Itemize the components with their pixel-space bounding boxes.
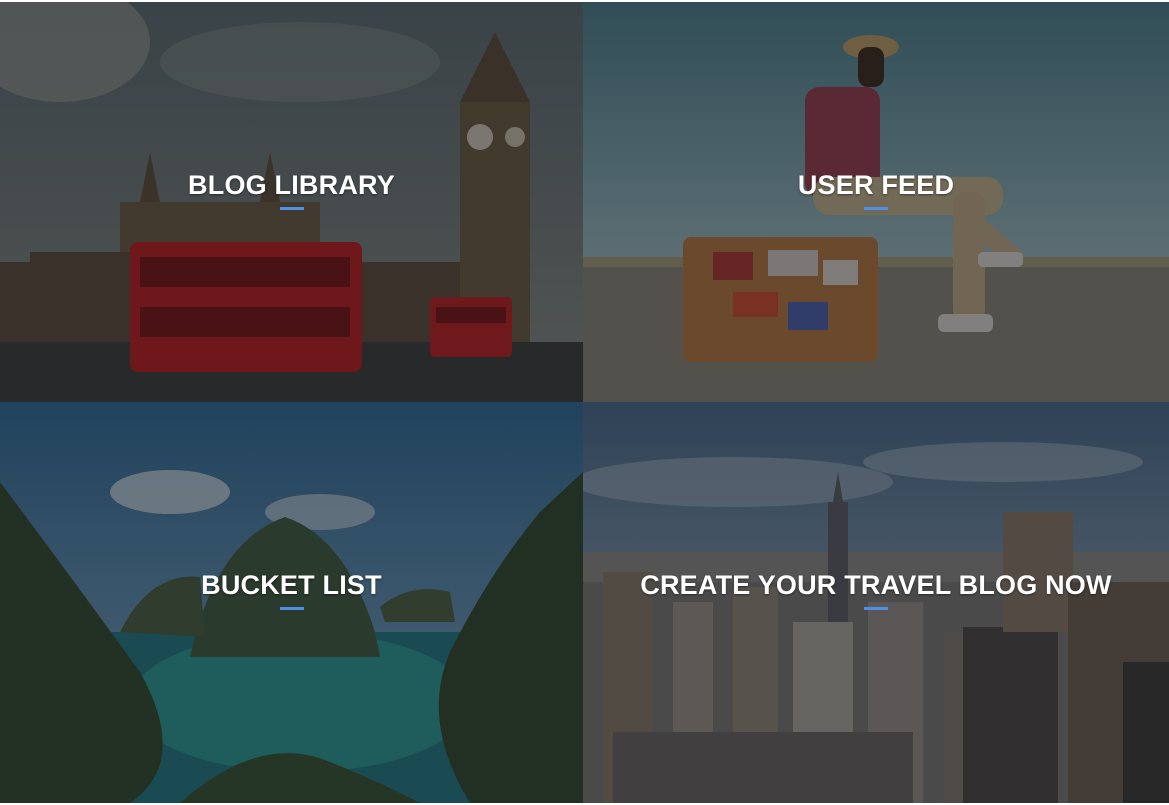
tile-title[interactable]: CREATE YOUR TRAVEL BLOG NOW: [640, 570, 1111, 601]
category-grid: BLOG LIBRARY USER FEED BUCKET LIST CREAT…: [0, 2, 1169, 803]
tile-caption: USER FEED: [583, 170, 1169, 210]
title-underline: [279, 607, 304, 610]
title-underline: [864, 607, 888, 610]
tile-title[interactable]: BLOG LIBRARY: [188, 170, 395, 201]
tile-blog-library[interactable]: BLOG LIBRARY: [0, 2, 583, 402]
tile-bucket-list[interactable]: BUCKET LIST: [0, 402, 583, 803]
tile-user-feed[interactable]: USER FEED: [583, 2, 1169, 402]
tile-create-blog[interactable]: CREATE YOUR TRAVEL BLOG NOW: [583, 402, 1169, 803]
tile-title[interactable]: USER FEED: [798, 170, 954, 201]
tile-caption: CREATE YOUR TRAVEL BLOG NOW: [583, 570, 1169, 610]
tile-title[interactable]: BUCKET LIST: [201, 570, 382, 601]
title-underline: [864, 207, 888, 210]
tile-caption: BLOG LIBRARY: [0, 170, 583, 210]
tile-caption: BUCKET LIST: [0, 570, 583, 610]
title-underline: [279, 207, 304, 210]
